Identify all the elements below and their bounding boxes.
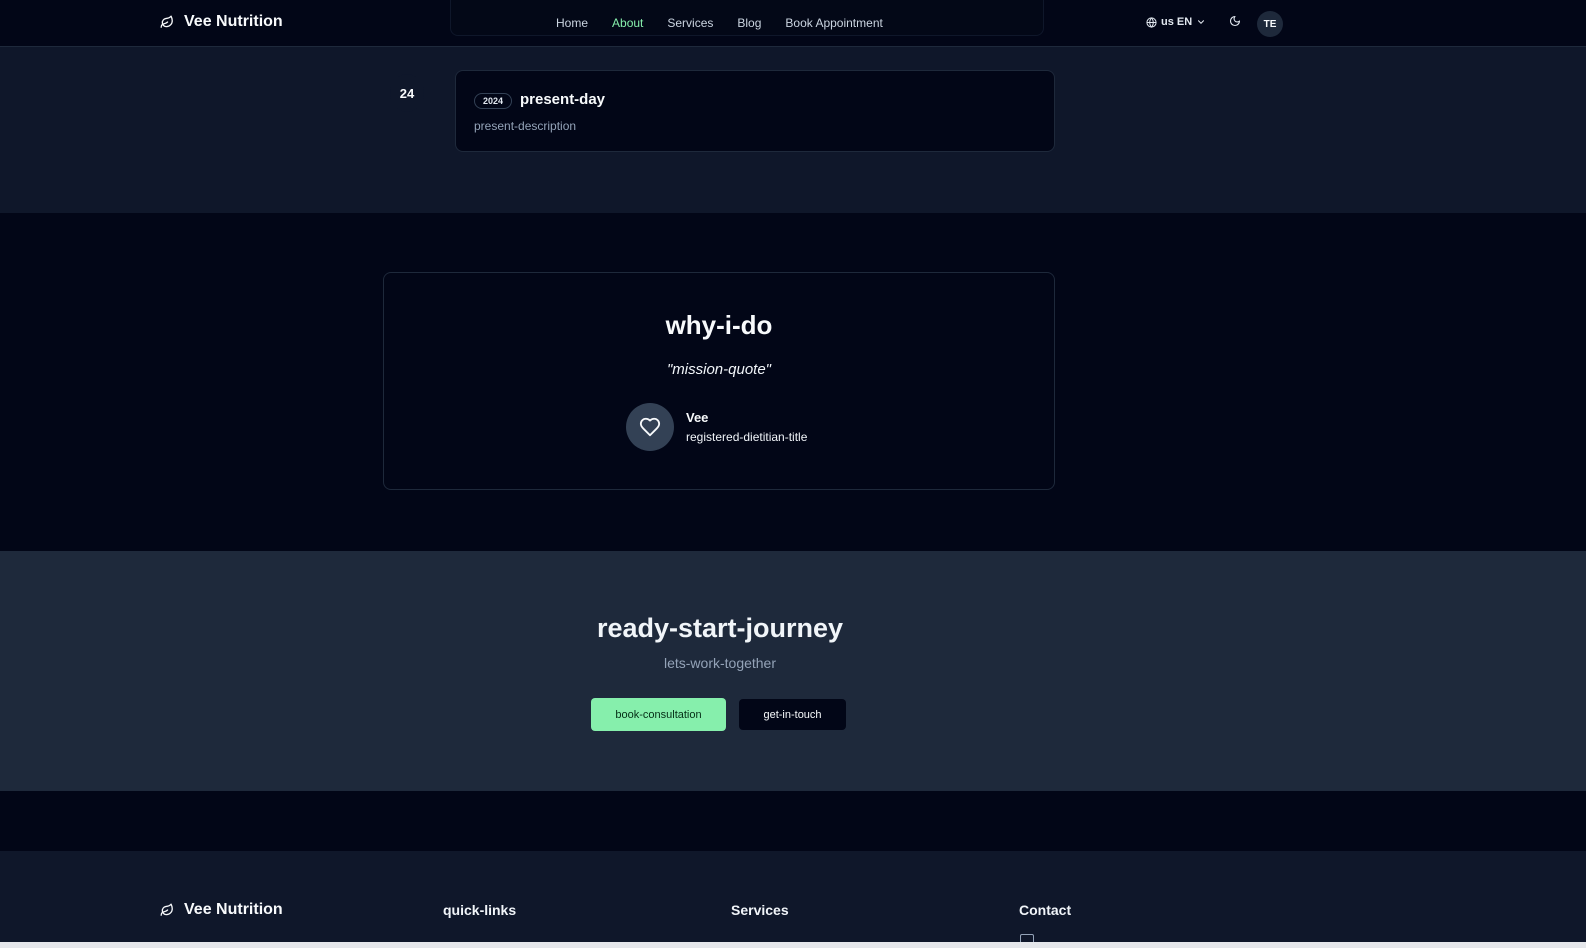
language-label: us EN	[1161, 16, 1193, 28]
author-name: Vee	[686, 410, 709, 425]
timeline-card: 2024 present-day present-description	[455, 70, 1055, 152]
globe-icon	[1146, 16, 1157, 28]
section-spacer	[0, 791, 1586, 851]
year-badge: 2024	[474, 93, 513, 109]
cta-title: ready-start-journey	[596, 613, 844, 643]
nav-blog[interactable]: Blog	[737, 16, 761, 30]
heart-icon	[626, 403, 674, 451]
moon-icon	[1229, 14, 1241, 32]
author-block: Vee registered-dietitian-title	[626, 403, 807, 451]
mission-card: why-i-do "mission-quote" Vee registered-…	[383, 272, 1055, 490]
timeline-title: present-day	[520, 91, 606, 108]
mission-title: why-i-do	[665, 310, 773, 340]
timeline-description: present-description	[474, 119, 577, 133]
footer-brand-name: Vee Nutrition	[184, 901, 283, 918]
user-avatar[interactable]: TE	[1257, 11, 1283, 37]
get-in-touch-button[interactable]: get-in-touch	[739, 699, 846, 730]
window-bottom-edge	[0, 942, 1586, 948]
footer-services-title: Services	[731, 902, 789, 918]
footer-quick-links-title: quick-links	[443, 902, 517, 918]
mission-quote: "mission-quote"	[666, 361, 772, 378]
timeline-section: 24 2024 present-day present-description	[0, 47, 1586, 213]
leaf-icon	[160, 15, 174, 29]
nav-book-appointment[interactable]: Book Appointment	[785, 16, 882, 30]
footer-contact-title: Contact	[1019, 902, 1072, 918]
theme-toggle-button[interactable]	[1226, 14, 1244, 32]
nav-about[interactable]: About	[612, 16, 643, 30]
author-title: registered-dietitian-title	[686, 430, 808, 444]
mission-section: why-i-do "mission-quote" Vee registered-…	[0, 213, 1586, 551]
author-text: Vee registered-dietitian-title	[686, 410, 807, 444]
main-nav: Home About Services Blog Book Appointmen…	[556, 16, 907, 30]
nav-home[interactable]: Home	[556, 16, 588, 30]
cta-subtitle: lets-work-together	[663, 655, 777, 671]
leaf-icon	[160, 903, 174, 917]
site-header: Vee Nutrition Home About Services Blog B…	[0, 0, 1586, 47]
book-consultation-button[interactable]: book-consultation	[591, 698, 726, 731]
chevron-down-icon	[1196, 17, 1206, 27]
brand-logo-link[interactable]: Vee Nutrition	[160, 13, 283, 31]
timeline-marker: 24	[390, 74, 424, 112]
language-selector[interactable]: us EN	[1146, 16, 1206, 28]
footer-brand-link[interactable]: Vee Nutrition	[160, 901, 283, 919]
brand-name: Vee Nutrition	[184, 13, 283, 30]
nav-services[interactable]: Services	[667, 16, 713, 30]
site-footer: Vee Nutrition quick-links Services Conta…	[0, 851, 1586, 948]
cta-section: ready-start-journey lets-work-together b…	[0, 551, 1586, 791]
